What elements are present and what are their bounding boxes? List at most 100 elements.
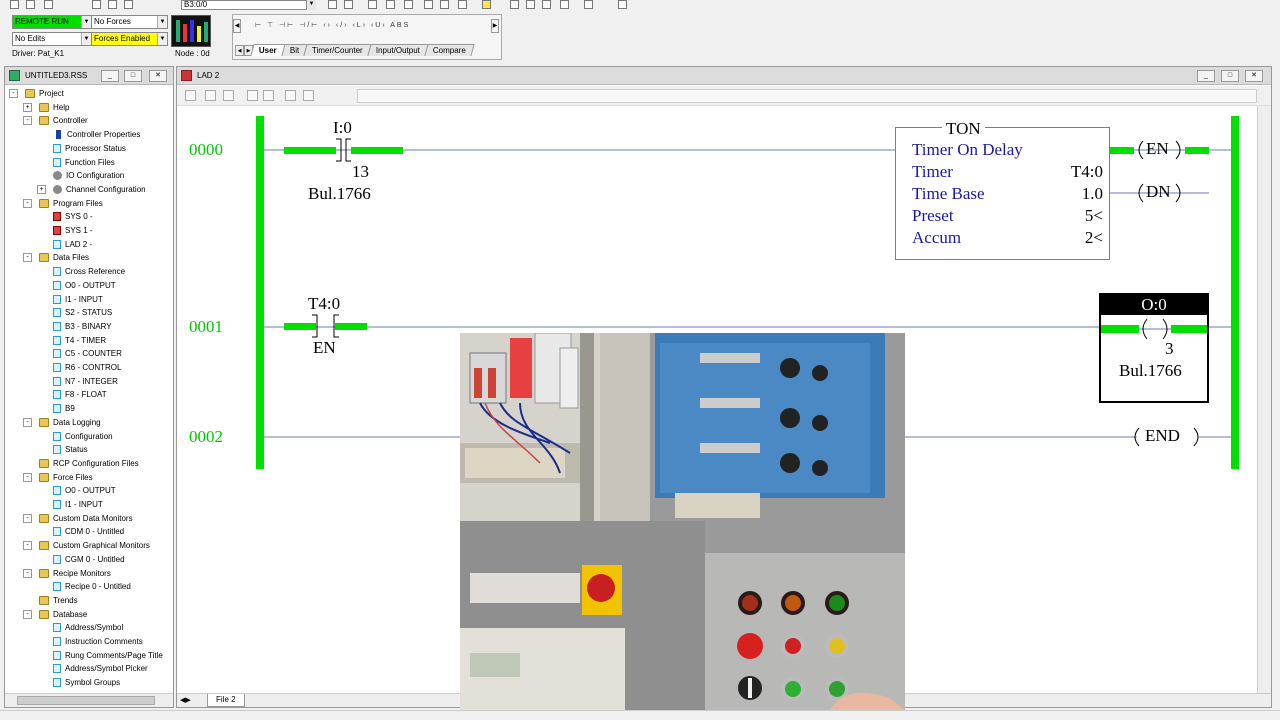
window-icon[interactable] — [458, 0, 467, 9]
ton-timebase-value[interactable]: 1.0 — [1082, 184, 1103, 204]
chevron-down-icon[interactable]: ▼ — [81, 16, 91, 28]
collapse-icon[interactable]: - — [23, 609, 32, 619]
tree-item[interactable]: - Custom Data Monitors — [23, 512, 133, 525]
rung-number[interactable]: 0001 — [189, 317, 223, 337]
tree-item[interactable]: + Channel Configuration — [37, 183, 146, 196]
ton-preset-value[interactable]: 5< — [1085, 206, 1103, 226]
chevron-down-icon[interactable]: ▼ — [157, 33, 167, 45]
tree-item[interactable]: C5 - COUNTER — [53, 347, 122, 360]
copy-icon[interactable] — [108, 0, 117, 9]
ton-timer-value[interactable]: T4:0 — [1071, 162, 1103, 182]
ote-output-coil[interactable]: O:0 3 Bul.1766 — [1099, 293, 1209, 403]
chevron-down-icon[interactable]: ▼ — [157, 16, 167, 28]
tree-item[interactable]: T4 - TIMER — [53, 334, 106, 347]
close-button[interactable]: ✕ — [149, 70, 167, 82]
project-title-bar[interactable]: UNTITLED3.RSS _ □ ✕ — [5, 67, 173, 85]
tree-item[interactable]: Trends — [39, 594, 78, 607]
tree-item[interactable]: - Data Files — [23, 251, 89, 264]
tab-compare[interactable]: Compare — [424, 44, 475, 56]
tree-item[interactable]: Rung Comments/Page Title — [53, 649, 163, 662]
ton-instruction[interactable]: TON Timer On Delay Timer T4:0 Time Base … — [895, 119, 1110, 260]
ton-accum-value[interactable]: 2< — [1085, 228, 1103, 248]
help-icon[interactable] — [482, 0, 491, 9]
forces-select[interactable]: No Forces ▼ — [91, 15, 168, 29]
tree-item[interactable]: - Force Files — [23, 471, 93, 484]
ladder-vertical-scrollbar[interactable] — [1257, 106, 1271, 694]
tree-item[interactable]: Address/Symbol Picker — [53, 662, 148, 675]
tree-item[interactable]: Controller Properties — [53, 128, 140, 141]
chevron-down-icon[interactable]: ▼ — [306, 0, 316, 10]
new-file-icon[interactable] — [10, 0, 19, 9]
back-icon[interactable] — [584, 0, 593, 9]
tree-item[interactable]: SYS 1 - — [53, 224, 93, 237]
tree-item[interactable]: RCP Configuration Files — [39, 457, 139, 470]
find-icon[interactable] — [328, 0, 337, 9]
tree-item[interactable]: SYS 0 - — [53, 210, 93, 223]
online-icon[interactable] — [526, 0, 535, 9]
collapse-icon[interactable]: - — [23, 417, 32, 427]
tree-item[interactable]: - Database — [23, 608, 87, 621]
properties-icon[interactable] — [560, 0, 569, 9]
tree-item[interactable]: O0 - OUTPUT — [53, 484, 116, 497]
tree-item[interactable]: IO Configuration — [53, 169, 124, 182]
chevron-left-icon[interactable]: ◀ — [233, 19, 241, 33]
rung-number[interactable]: 0002 — [189, 427, 223, 447]
tree-item[interactable]: - Recipe Monitors — [23, 567, 111, 580]
tab-user[interactable]: User — [250, 44, 286, 56]
forward-icon[interactable] — [618, 0, 627, 9]
instruction-icons[interactable]: ⊢ ⊤ ⊣⊢ ⊣/⊢ ‹› ‹/› ‹L› ‹U› ABS — [255, 21, 410, 29]
scrollbar-thumb[interactable] — [17, 696, 155, 705]
collapse-icon[interactable]: - — [23, 472, 32, 482]
run-icon[interactable] — [510, 0, 519, 9]
tree-item[interactable]: Status — [53, 443, 88, 456]
file-tab[interactable]: File 2 — [207, 694, 245, 707]
tree-item[interactable]: CGM 0 - Untitled — [53, 553, 125, 566]
tree-item[interactable]: I1 - INPUT — [53, 498, 103, 511]
tree-item[interactable]: Recipe 0 - Untitled — [53, 580, 131, 593]
tree-item[interactable]: LAD 2 - — [53, 238, 92, 251]
chevron-right-icon[interactable]: ▶ — [491, 19, 499, 33]
tree-item[interactable]: + Help — [23, 101, 69, 114]
tree-item[interactable]: CDM 0 - Untitled — [53, 525, 124, 538]
zoom-out-icon[interactable] — [440, 0, 449, 9]
forces-enabled-select[interactable]: Forces Enabled ▼ — [91, 32, 168, 46]
rung-number[interactable]: 0000 — [189, 140, 223, 160]
edits-select[interactable]: No Edits ▼ — [12, 32, 92, 46]
verify-project-icon[interactable] — [404, 0, 413, 9]
tree-item[interactable]: Processor Status — [53, 142, 126, 155]
tree-item[interactable]: - Controller — [23, 114, 88, 127]
collapse-icon[interactable]: - — [23, 253, 32, 263]
collapse-icon[interactable]: - — [23, 568, 32, 578]
collapse-icon[interactable]: - — [23, 198, 32, 208]
collapse-icon[interactable]: - — [9, 89, 18, 98]
maximize-button[interactable]: □ — [124, 70, 142, 82]
verify-file-icon[interactable] — [386, 0, 395, 9]
collapse-icon[interactable]: - — [23, 513, 32, 523]
scroll-left-icon[interactable]: ◀▶ — [180, 696, 191, 704]
address-combo[interactable]: B3:0/0 — [181, 0, 316, 10]
tab-timer-counter[interactable]: Timer/Counter — [303, 44, 372, 56]
zoom-in-icon[interactable] — [424, 0, 433, 9]
collapse-icon[interactable]: - — [23, 116, 32, 126]
tree-item[interactable]: I1 - INPUT — [53, 293, 103, 306]
tree-horizontal-scrollbar[interactable] — [5, 693, 173, 707]
edit-icon[interactable] — [542, 0, 551, 9]
verify-icon[interactable] — [368, 0, 377, 9]
expand-icon[interactable]: + — [23, 102, 32, 112]
run-mode-select[interactable]: REMOTE RUN ▼ — [12, 15, 92, 29]
tree-item[interactable]: N7 - INTEGER — [53, 375, 118, 388]
find-next-icon[interactable] — [344, 0, 353, 9]
tree-item[interactable]: Function Files — [53, 156, 115, 169]
collapse-icon[interactable]: - — [23, 541, 32, 551]
expand-icon[interactable]: + — [37, 184, 46, 194]
tree-item[interactable]: R6 - CONTROL — [53, 361, 121, 374]
tab-input-output[interactable]: Input/Output — [367, 44, 429, 56]
tree-item[interactable]: - Program Files — [23, 197, 103, 210]
tree-item[interactable]: Symbol Groups — [53, 676, 120, 689]
tree-item[interactable]: Configuration — [53, 430, 113, 443]
tree-item[interactable]: O0 - OUTPUT — [53, 279, 116, 292]
xic-contact-t4-0-en[interactable] — [312, 314, 339, 338]
tree-item[interactable]: Cross Reference — [53, 265, 125, 278]
tree-item[interactable]: F8 - FLOAT — [53, 388, 107, 401]
save-icon[interactable] — [44, 0, 53, 9]
